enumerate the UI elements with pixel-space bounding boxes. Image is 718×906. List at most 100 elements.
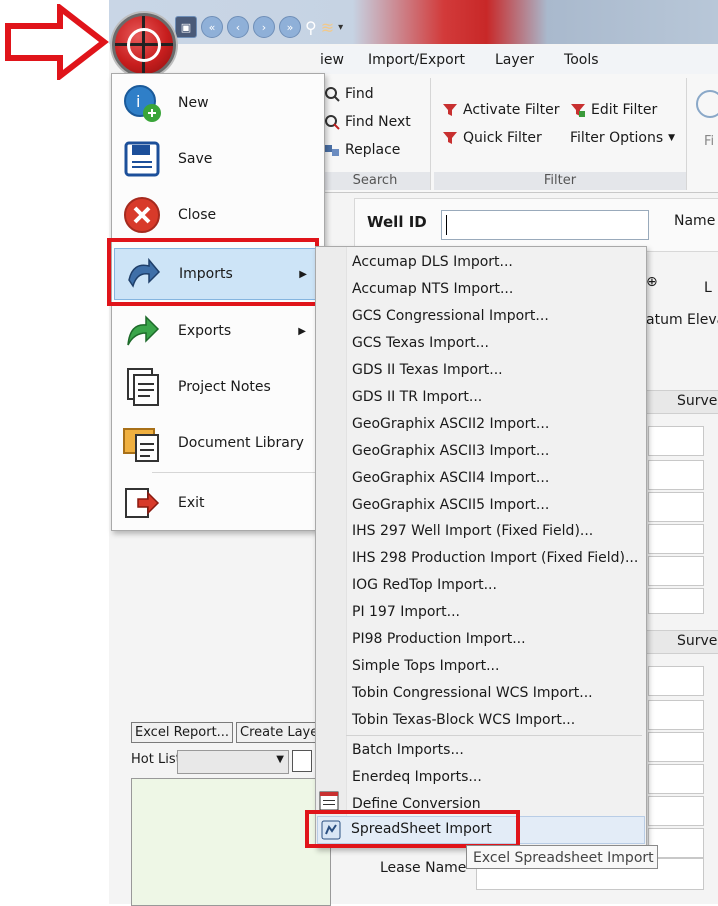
submenu-item[interactable]: IOG RedTop Import... [352, 577, 497, 593]
field-3[interactable] [648, 492, 704, 522]
new-icon: i [122, 83, 162, 123]
submenu-item-batch-imports[interactable]: Batch Imports... [352, 742, 464, 758]
hot-list-select[interactable]: ▼ [177, 750, 289, 774]
submenu-item[interactable]: GeoGraphix ASCII4 Import... [352, 470, 549, 486]
application-button[interactable] [112, 13, 176, 77]
filter-options-button[interactable]: Filter Options ▼ [570, 130, 675, 146]
tab-view[interactable]: iew [320, 52, 344, 68]
excel-report-button[interactable]: Excel Report... [131, 722, 234, 743]
field-11[interactable] [648, 796, 704, 826]
pointer-arrow-icon [5, 4, 109, 80]
find-next-icon [324, 114, 340, 130]
search-icon[interactable]: ⚲ [305, 18, 317, 37]
menu-item-exports[interactable]: Exports ▶ [114, 304, 320, 358]
filter-group: Activate Filter Quick Filter Edit Filter… [434, 78, 687, 190]
exit-icon [122, 483, 162, 523]
field-8[interactable] [648, 700, 704, 730]
hot-list-label: Hot List [131, 752, 181, 767]
submenu-item[interactable]: PI 197 Import... [352, 604, 460, 620]
menu-item-exit[interactable]: Exit [114, 476, 320, 530]
tooltip: Excel Spreadsheet Import [466, 845, 658, 869]
partial-group: Fi [690, 78, 718, 190]
last-icon[interactable]: » [279, 16, 301, 38]
ribbon: Find Find Next Replace Search Activate F… [320, 74, 718, 193]
save-icon[interactable]: ▣ [175, 16, 197, 38]
edit-filter-icon [570, 102, 586, 118]
field-9[interactable] [648, 732, 704, 762]
next-icon[interactable]: › [253, 16, 275, 38]
quick-filter-button[interactable]: Quick Filter [442, 130, 542, 146]
field-1[interactable] [648, 426, 704, 456]
submenu-item[interactable]: PI98 Production Import... [352, 631, 526, 647]
funnel-icon [442, 102, 458, 118]
imports-highlight [107, 238, 319, 306]
first-icon[interactable]: « [201, 16, 223, 38]
filter-group-label: Filter [434, 172, 686, 190]
menu-item-save[interactable]: Save [114, 132, 320, 186]
field-2[interactable] [648, 460, 704, 490]
field-7[interactable] [648, 666, 704, 696]
dropdown-icon[interactable]: ▾ [338, 22, 343, 33]
search-group-label: Search [320, 172, 430, 190]
find-button[interactable]: Find [324, 86, 374, 102]
well-id-input[interactable] [441, 210, 649, 240]
submenu-item-enerdeq-imports[interactable]: Enerdeq Imports... [352, 769, 482, 785]
menu-item-project-notes[interactable]: Project Notes [114, 360, 320, 414]
activate-filter-button[interactable]: Activate Filter [442, 102, 560, 118]
menu-tabs: iew Import/Export Layer Tools [320, 46, 718, 74]
submenu-item[interactable]: GCS Congressional Import... [352, 308, 549, 324]
submenu-item[interactable]: Simple Tops Import... [352, 658, 499, 674]
field-10[interactable] [648, 764, 704, 794]
submenu-item[interactable]: GeoGraphix ASCII5 Import... [352, 497, 549, 513]
menu-item-new[interactable]: i New [114, 76, 320, 130]
define-conversion-icon [319, 791, 339, 811]
menu-item-document-library[interactable]: Document Library [114, 416, 320, 470]
submenu-item[interactable]: Tobin Congressional WCS Import... [352, 685, 593, 701]
document-library-icon [122, 423, 162, 463]
hot-list-icon[interactable] [292, 750, 312, 772]
field-6[interactable] [648, 588, 704, 614]
partial-label: Fi [704, 134, 715, 149]
submenu-item[interactable]: GDS II TR Import... [352, 389, 482, 405]
hot-list-box[interactable] [131, 778, 331, 906]
submenu-item[interactable]: IHS 298 Production Import (Fixed Field).… [352, 550, 638, 566]
tab-tools[interactable]: Tools [564, 52, 599, 68]
replace-button[interactable]: Replace [324, 142, 400, 158]
layers-icon[interactable]: ≋ [321, 18, 334, 37]
close-icon [122, 195, 162, 235]
quick-access-toolbar: ▣ « ‹ › » ⚲ ≋ ▾ [175, 14, 343, 40]
submenu-separator [346, 735, 642, 736]
submenu-item[interactable]: GDS II Texas Import... [352, 362, 503, 378]
submenu-item[interactable]: Accumap DLS Import... [352, 254, 513, 270]
chevron-down-icon: ▼ [276, 754, 284, 765]
field-5[interactable] [648, 556, 704, 586]
well-id-label: Well ID [367, 213, 427, 231]
find-icon [324, 86, 340, 102]
submenu-item[interactable]: IHS 297 Well Import (Fixed Field)... [352, 523, 593, 539]
chevron-down-icon: ▼ [668, 133, 676, 143]
quick-filter-icon [442, 130, 458, 146]
menu-separator [152, 472, 320, 473]
tab-layer[interactable]: Layer [495, 52, 534, 68]
submenu-arrow-icon: ▶ [298, 325, 306, 337]
edit-filter-button[interactable]: Edit Filter [570, 102, 657, 118]
create-layer-button[interactable]: Create Laye [236, 722, 320, 743]
submenu-item[interactable]: GCS Texas Import... [352, 335, 489, 351]
save-icon [122, 139, 162, 179]
submenu-item[interactable]: GeoGraphix ASCII3 Import... [352, 443, 549, 459]
submenu-item[interactable]: Tobin Texas-Block WCS Import... [352, 712, 575, 728]
tab-import-export[interactable]: Import/Export [368, 52, 465, 68]
spreadsheet-highlight [305, 810, 520, 848]
find-next-button[interactable]: Find Next [324, 114, 411, 130]
globe-icon[interactable]: ⊕ [646, 274, 658, 290]
partial-icon[interactable] [696, 90, 718, 118]
field-4[interactable] [648, 524, 704, 554]
svg-text:i: i [136, 92, 140, 111]
menu-item-close[interactable]: Close [114, 188, 320, 242]
imports-submenu: Accumap DLS Import... Accumap NTS Import… [315, 246, 647, 848]
previous-icon[interactable]: ‹ [227, 16, 249, 38]
submenu-item[interactable]: GeoGraphix ASCII2 Import... [352, 416, 549, 432]
datum-elevation-label: atum Elevat [646, 312, 718, 328]
submenu-item[interactable]: Accumap NTS Import... [352, 281, 513, 297]
lease-name-label: Lease Name [380, 860, 467, 876]
